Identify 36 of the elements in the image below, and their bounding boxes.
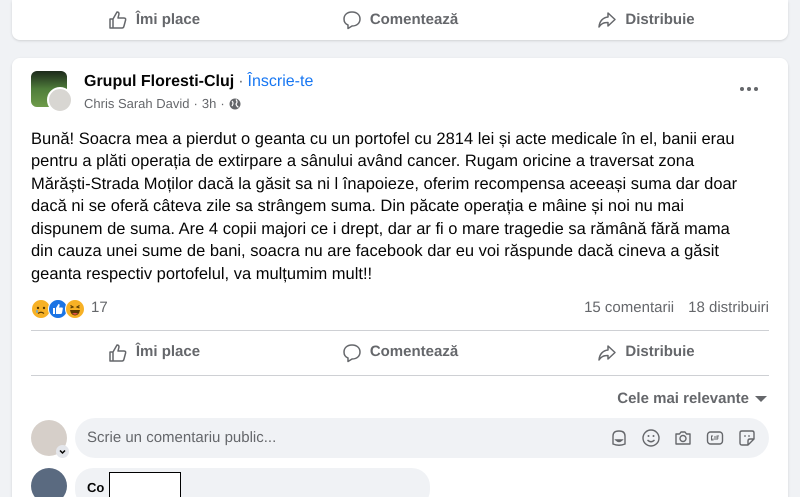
thumbs-up-icon xyxy=(108,342,128,363)
avatar-placeholder[interactable] xyxy=(31,468,67,497)
chevron-down-icon[interactable] xyxy=(56,445,69,458)
caret-down-icon xyxy=(755,394,767,403)
comment-button[interactable]: Comentează xyxy=(277,0,523,40)
comment-field[interactable]: Scrie un comentariu public... xyxy=(87,426,609,450)
sort-dropdown[interactable]: Cele mai relevante xyxy=(617,388,767,410)
join-link[interactable]: Înscrie-te xyxy=(248,72,314,92)
share-arrow-icon xyxy=(597,10,618,30)
post-time[interactable]: 3h xyxy=(202,94,216,114)
more-options-icon[interactable] xyxy=(740,87,758,91)
separator-dot: · xyxy=(238,72,244,92)
group-name[interactable]: Grupul Floresti-Cluj xyxy=(84,72,234,92)
share-arrow-icon xyxy=(597,342,618,363)
reaction-count[interactable]: 17 xyxy=(91,297,108,320)
share-count[interactable]: 18 distribuiri xyxy=(688,297,769,320)
like-button[interactable]: Îmi place xyxy=(31,330,277,375)
share-button[interactable]: Distribuie xyxy=(523,330,769,375)
speech-bubble-icon xyxy=(342,342,362,363)
group-avatar-drawing[interactable] xyxy=(31,71,73,113)
commenter-name[interactable]: Co xyxy=(87,480,104,496)
post-text: Bună! Soacra mea a pierdut o geanta cu un portofel cu 2814 lei și acte medicale în el, banii erau pentru a plăti operația de extirpare a sânului având cancer. Rugam oricine a traversat zona Mărăști-Strada Moților dacă la găsit sa ni l înapoieze, oferim recompensa aceeași suma dar doar dacă ni se oferă câteva zile sa strângem suma. Din păcate operația e mâine și noi nu mai dispunem de suma. Are 4 copii majori ce i drept, dar ar fi o mare tragedie sa rămână fără mama din cauza unei sume de bani, soacra nu are facebook dar eu voi răspunde dacă cineva a găsit geanta respectiv portofelul, va mulțumim mult!! xyxy=(31,128,738,286)
thumbs-up-icon xyxy=(108,10,128,30)
comment-button[interactable]: Comentează xyxy=(277,330,523,375)
comment-bar[interactable]: Scrie un comentariu public... xyxy=(75,418,769,458)
laughing-face-icon[interactable] xyxy=(65,298,85,319)
globe-icon xyxy=(228,98,241,110)
sticker-icon[interactable] xyxy=(737,428,757,448)
smiley-icon[interactable] xyxy=(641,428,661,448)
separator-dot: · xyxy=(220,95,225,113)
like-button[interactable]: Îmi place xyxy=(31,0,277,40)
speech-bubble-icon xyxy=(342,10,362,30)
separator-dot: · xyxy=(194,95,198,113)
share-button[interactable]: Distribuie xyxy=(523,0,769,40)
author-name[interactable]: Chris Sarah David xyxy=(84,94,190,114)
comment-count[interactable]: 15 comentarii xyxy=(584,297,674,320)
